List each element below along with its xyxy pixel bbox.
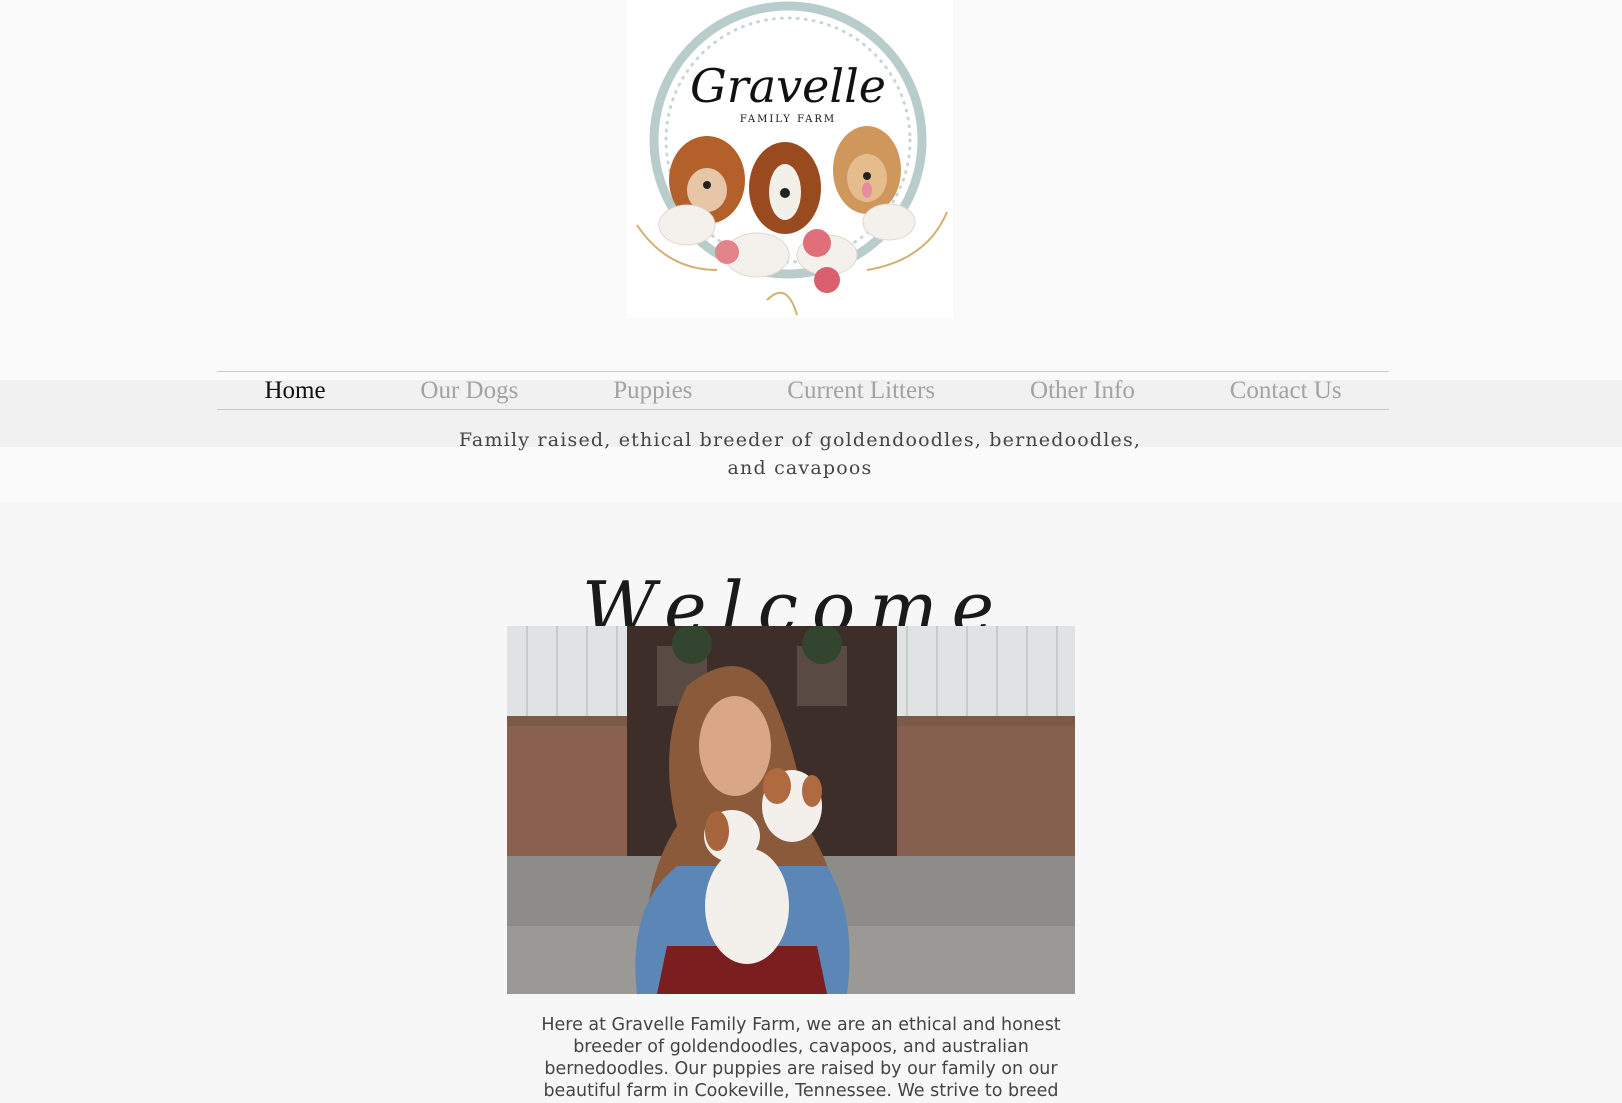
hero-photo	[507, 626, 1075, 994]
logo-graphic: Gravelle FAMILY FARM	[636, 1, 948, 316]
nav-item-home[interactable]: Home	[256, 372, 333, 409]
site-logo[interactable]: Gravelle FAMILY FARM	[627, 0, 953, 318]
dog-right-illustration	[833, 126, 901, 214]
nav-item-other-info[interactable]: Other Info	[1022, 372, 1143, 409]
logo-subtitle: FAMILY FARM	[740, 114, 836, 125]
main-nav: Home Our Dogs Puppies Current Litters Ot…	[217, 371, 1389, 410]
nav-item-puppies[interactable]: Puppies	[605, 372, 700, 409]
nav-item-current-litters[interactable]: Current Litters	[779, 372, 943, 409]
intro-paragraph: Here at Gravelle Family Farm, we are an …	[541, 1015, 1061, 1101]
dog-middle-illustration	[749, 142, 821, 234]
nav-item-our-dogs[interactable]: Our Dogs	[412, 372, 526, 409]
site-tagline: Family raised, ethical breeder of golden…	[458, 429, 1142, 479]
logo-title: Gravelle	[690, 59, 886, 113]
nav-item-contact-us[interactable]: Contact Us	[1222, 372, 1350, 409]
